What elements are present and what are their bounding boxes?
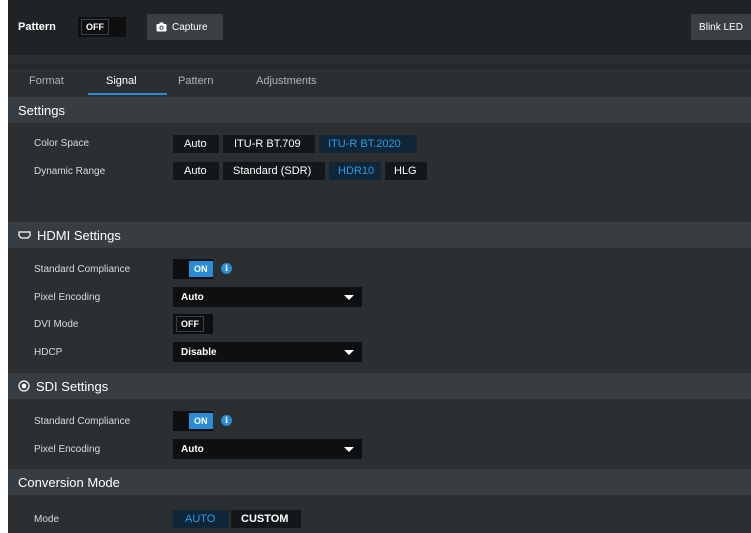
- top-toolbar: Pattern OFF Capture Blink LED: [8, 0, 751, 55]
- dynamic-range-sdr[interactable]: Standard (SDR): [233, 165, 311, 177]
- sdi-settings-title: SDI Settings: [36, 378, 109, 394]
- conversion-mode-header: Conversion Mode: [8, 469, 751, 495]
- tab-adjustments[interactable]: Adjustments: [256, 75, 317, 87]
- hdmi-standard-compliance-toggle[interactable]: ON: [173, 259, 213, 279]
- blink-led-label: Blink LED: [699, 21, 743, 33]
- sdi-settings-header: SDI Settings: [8, 373, 751, 399]
- blink-led-button[interactable]: Blink LED: [691, 14, 751, 40]
- sdi-pixel-encoding-label: Pixel Encoding: [34, 444, 101, 455]
- sdi-standard-compliance-state: ON: [189, 413, 213, 429]
- camera-icon: [156, 22, 167, 32]
- dvi-mode-label: DVI Mode: [34, 319, 79, 330]
- color-space-bt709[interactable]: ITU-R BT.709: [234, 138, 301, 150]
- settings-title: Settings: [18, 102, 65, 118]
- info-icon[interactable]: i: [221, 415, 232, 426]
- hdmi-pixel-encoding-value: Auto: [181, 291, 204, 303]
- sdi-pixel-encoding-select[interactable]: Auto: [173, 439, 362, 459]
- hdcp-label: HDCP: [34, 347, 63, 358]
- dynamic-range-hdr10[interactable]: HDR10: [338, 165, 374, 177]
- chevron-down-icon: [344, 350, 354, 355]
- dynamic-range-label: Dynamic Range: [34, 166, 106, 177]
- hdcp-select[interactable]: Disable: [173, 342, 362, 362]
- mode-auto[interactable]: AUTO: [185, 513, 215, 525]
- signal-panel: Pattern OFF Capture Blink LED Format Sig…: [8, 0, 751, 533]
- tab-bar: Format Signal Pattern Adjustments: [8, 69, 751, 95]
- dynamic-range-auto[interactable]: Auto: [184, 165, 207, 177]
- hdmi-standard-compliance-state: ON: [189, 261, 213, 277]
- color-space-bt2020[interactable]: ITU-R BT.2020: [328, 138, 401, 150]
- dvi-mode-state: OFF: [176, 316, 204, 332]
- pattern-toggle-state: OFF: [81, 19, 109, 35]
- conversion-mode-title: Conversion Mode: [18, 474, 120, 490]
- active-tab-indicator: [88, 93, 167, 95]
- pattern-toggle[interactable]: OFF: [78, 17, 126, 37]
- mode-label: Mode: [34, 514, 60, 525]
- pattern-label: Pattern: [18, 21, 56, 33]
- hdmi-standard-compliance-label: Standard Compliance: [34, 264, 131, 275]
- tab-signal[interactable]: Signal: [106, 75, 137, 87]
- hdmi-port-icon: [18, 231, 31, 239]
- sdi-pixel-encoding-value: Auto: [181, 443, 204, 455]
- sdi-standard-compliance-label: Standard Compliance: [34, 416, 131, 427]
- hdcp-value: Disable: [181, 346, 217, 358]
- hdmi-settings-header: HDMI Settings: [8, 222, 751, 248]
- mode-custom[interactable]: CUSTOM: [241, 513, 288, 525]
- hdmi-pixel-encoding-label: Pixel Encoding: [34, 292, 101, 303]
- info-icon[interactable]: i: [221, 263, 232, 274]
- color-space-label: Color Space: [34, 138, 90, 149]
- hdmi-pixel-encoding-select[interactable]: Auto: [173, 287, 362, 307]
- tab-format[interactable]: Format: [29, 75, 64, 87]
- dvi-mode-toggle[interactable]: OFF: [173, 314, 213, 334]
- sdi-standard-compliance-toggle[interactable]: ON: [173, 411, 213, 431]
- settings-header: Settings: [8, 97, 751, 123]
- capture-label: Capture: [172, 21, 208, 33]
- hdmi-settings-title: HDMI Settings: [37, 227, 121, 243]
- capture-button[interactable]: Capture: [147, 14, 223, 40]
- color-space-auto[interactable]: Auto: [184, 138, 207, 150]
- chevron-down-icon: [344, 447, 354, 452]
- sdi-connector-icon: [18, 380, 30, 392]
- chevron-down-icon: [344, 295, 354, 300]
- dynamic-range-hlg[interactable]: HLG: [394, 165, 417, 177]
- tab-pattern[interactable]: Pattern: [178, 75, 213, 87]
